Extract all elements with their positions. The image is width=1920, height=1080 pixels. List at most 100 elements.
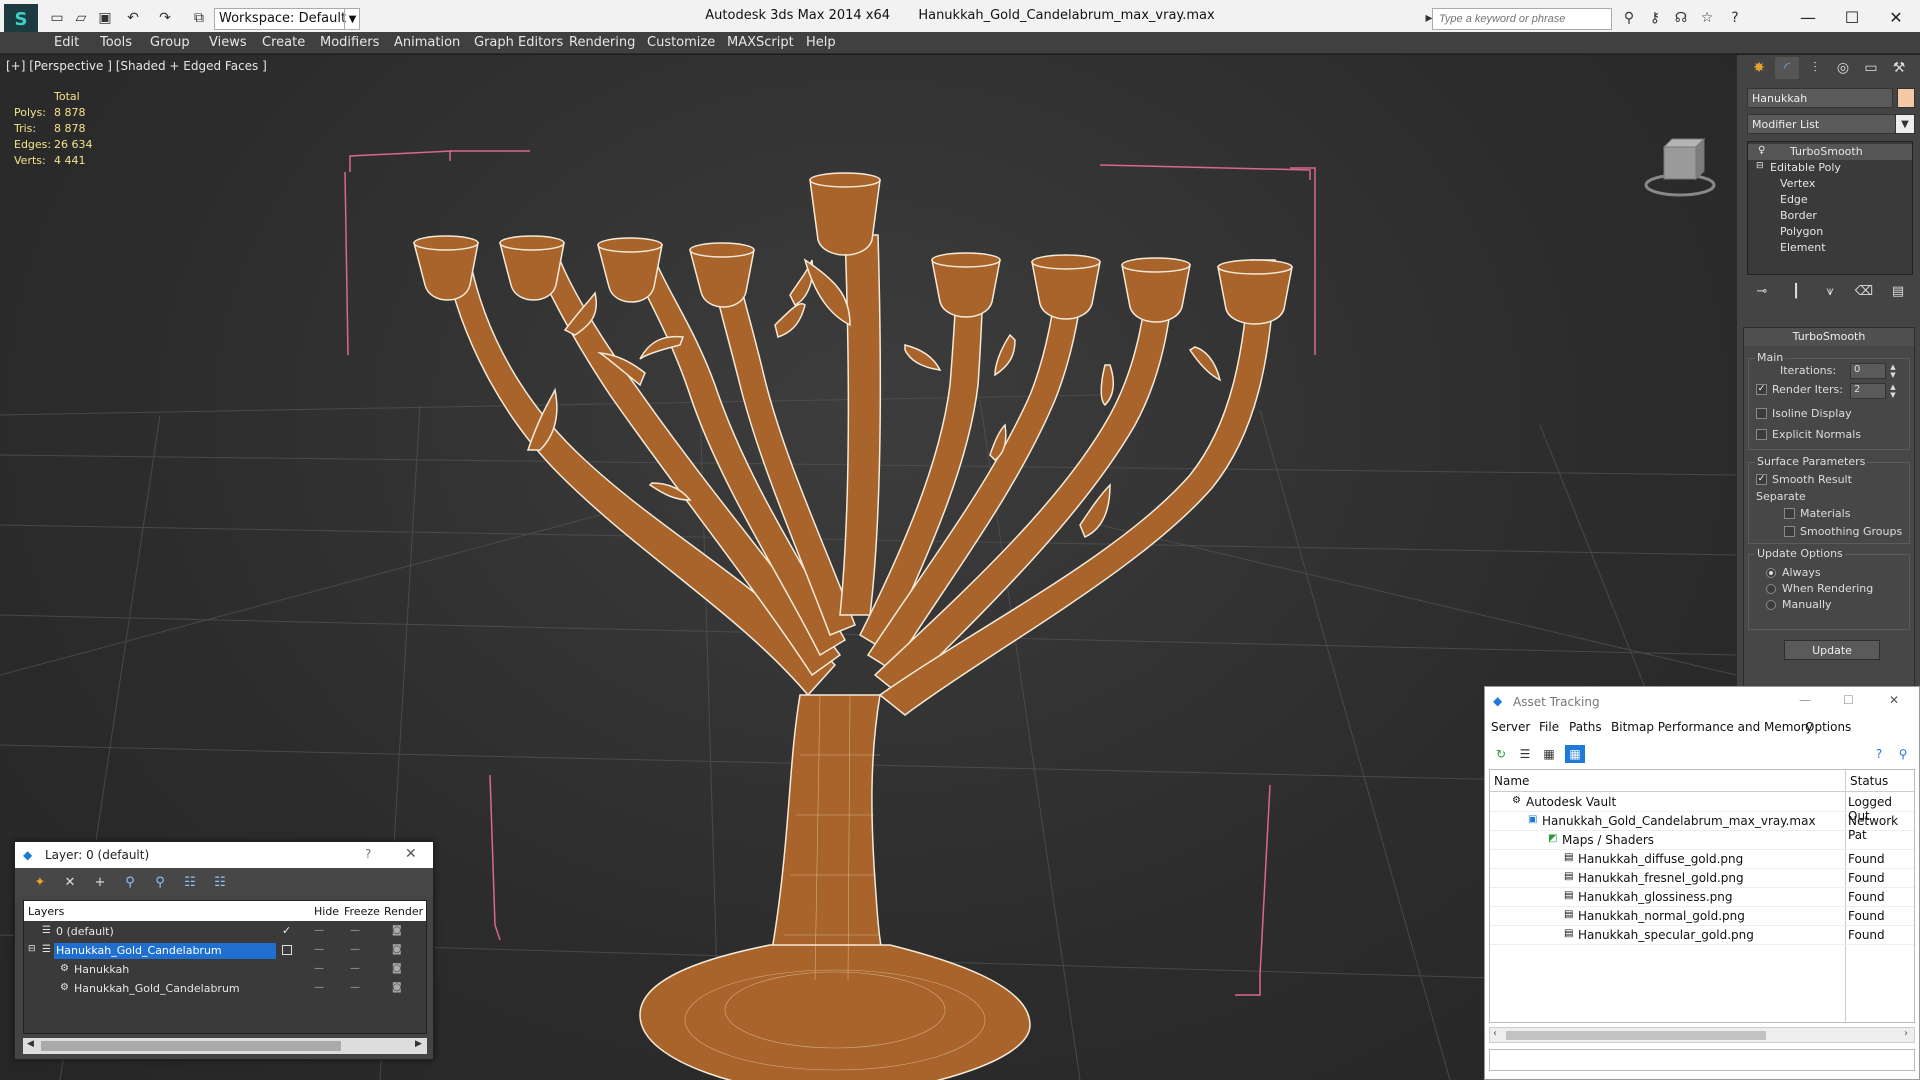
menu-tools[interactable]: Tools xyxy=(100,35,132,50)
app-logo-icon[interactable]: S xyxy=(4,4,38,34)
help-icon[interactable]: ? xyxy=(1726,10,1744,26)
column-render[interactable]: Render xyxy=(384,905,423,918)
scroll-left-icon[interactable]: ◀ xyxy=(27,1039,34,1049)
asset-dialog-titlebar[interactable]: ◆ Asset Tracking — ☐ ✕ xyxy=(1485,687,1919,717)
minimize-icon[interactable]: — xyxy=(1799,693,1811,707)
viewcube-icon[interactable] xyxy=(1644,137,1716,197)
motion-tab-icon[interactable]: ◎ xyxy=(1831,57,1855,79)
binoculars-icon[interactable]: ⚲ xyxy=(1620,10,1638,26)
render-toggle-icon[interactable]: ◙ xyxy=(392,982,402,993)
table-view-icon[interactable]: ▦ xyxy=(1539,745,1559,763)
freeze-toggle[interactable]: — xyxy=(350,944,360,955)
menu-maxscript[interactable]: MAXScript xyxy=(727,35,794,50)
search-input[interactable] xyxy=(1432,8,1612,30)
save-icon[interactable]: ▣ xyxy=(96,10,114,26)
communication-icon[interactable]: ☊ xyxy=(1672,10,1690,26)
menu-modifiers[interactable]: Modifiers xyxy=(320,35,379,50)
asset-row[interactable]: ▤ Hanukkah_specular_gold.png Found xyxy=(1490,926,1914,945)
asset-horizontal-scrollbar[interactable]: ‹ › xyxy=(1489,1027,1915,1043)
asset-menu-options[interactable]: Options xyxy=(1805,720,1851,734)
menu-views[interactable]: Views xyxy=(209,35,247,50)
stack-item-polygon[interactable]: Polygon xyxy=(1748,224,1912,240)
stack-item-edge[interactable]: Edge xyxy=(1748,192,1912,208)
isoline-display-checkbox[interactable] xyxy=(1756,408,1767,419)
spinner-arrows-icon[interactable]: ▲ ▼ xyxy=(1888,383,1898,399)
modify-tab-icon[interactable]: ◜ xyxy=(1775,57,1799,79)
materials-checkbox[interactable] xyxy=(1784,508,1795,519)
layer-row[interactable]: ⊟ ☰ Hanukkah_Gold_Candelabrum — — ◙ xyxy=(24,942,426,961)
render-iters-spinner[interactable]: 2 xyxy=(1850,383,1886,399)
modifier-list-dropdown[interactable]: Modifier List xyxy=(1747,114,1903,134)
menu-help[interactable]: Help xyxy=(806,35,836,50)
scroll-left-icon[interactable]: ‹ xyxy=(1493,1028,1497,1039)
hide-toggle[interactable]: — xyxy=(314,982,324,993)
maximize-icon[interactable]: ☐ xyxy=(1830,4,1874,30)
object-color-swatch[interactable] xyxy=(1897,88,1915,108)
smoothing-groups-checkbox[interactable] xyxy=(1784,526,1795,537)
list-view-icon[interactable]: ☰ xyxy=(1515,745,1535,763)
layer-dialog-titlebar[interactable]: ◆ Layer: 0 (default) ? ✕ xyxy=(15,842,433,868)
asset-row[interactable]: ⚙ Autodesk Vault Logged Out xyxy=(1490,793,1914,823)
pin-stack-icon[interactable]: ⊸ xyxy=(1751,281,1773,301)
asset-row[interactable]: ▤ Hanukkah_normal_gold.png Found xyxy=(1490,907,1914,926)
remove-modifier-icon[interactable]: ⌫ xyxy=(1853,281,1875,301)
add-to-layer-icon[interactable]: + xyxy=(89,873,111,891)
close-icon[interactable]: ✕ xyxy=(405,846,417,862)
hide-toggle[interactable]: — xyxy=(314,944,324,955)
minimize-icon[interactable]: — xyxy=(1786,4,1830,30)
highlight-layer-icon[interactable]: ⚲ xyxy=(149,873,171,891)
asset-menu-bitmap[interactable]: Bitmap Performance and Memory xyxy=(1611,720,1813,734)
configure-sets-icon[interactable]: ▤ xyxy=(1887,281,1909,301)
column-layers[interactable]: Layers xyxy=(28,905,64,918)
help-icon[interactable]: ? xyxy=(1869,745,1889,763)
maximize-icon[interactable]: ☐ xyxy=(1843,693,1854,707)
asset-menu-paths[interactable]: Paths xyxy=(1569,720,1602,734)
new-file-icon[interactable]: ▭ xyxy=(48,10,66,26)
stack-item-turbosmooth[interactable]: ♀ TurboSmooth xyxy=(1748,144,1912,160)
menu-customize[interactable]: Customize xyxy=(647,35,715,50)
spinner-arrows-icon[interactable]: ▲ ▼ xyxy=(1888,363,1898,379)
active-layer-check-icon[interactable]: ✓ xyxy=(282,924,291,937)
create-tab-icon[interactable]: ✸ xyxy=(1747,57,1771,79)
chevron-down-icon[interactable]: ▼ xyxy=(344,8,360,30)
hide-toggle[interactable]: — xyxy=(314,963,324,974)
stack-item-element[interactable]: Element xyxy=(1748,240,1912,256)
freeze-all-icon[interactable]: ☷ xyxy=(209,873,231,891)
render-toggle-icon[interactable]: ◙ xyxy=(392,944,402,955)
column-name[interactable]: Name xyxy=(1494,774,1529,788)
asset-menu-server[interactable]: Server xyxy=(1491,720,1530,734)
asset-row[interactable]: ▤ Hanukkah_fresnel_gold.png Found xyxy=(1490,869,1914,888)
help-search-icon[interactable]: ⚲ xyxy=(1893,745,1913,763)
object-name-field[interactable]: Hanukkah xyxy=(1747,88,1893,108)
when-rendering-radio[interactable] xyxy=(1766,584,1776,594)
grid-view-icon[interactable]: ▦ xyxy=(1565,745,1585,763)
stack-item-editable-poly[interactable]: ⊟ Editable Poly xyxy=(1748,160,1912,176)
iterations-spinner[interactable]: 0 xyxy=(1850,363,1886,379)
hierarchy-tab-icon[interactable]: ⫶ xyxy=(1803,57,1827,79)
layer-row[interactable]: ☰ 0 (default) ✓ — — ◙ xyxy=(24,923,426,942)
layer-row[interactable]: ⚙ Hanukkah — — ◙ xyxy=(24,961,426,980)
collapse-icon[interactable]: ⊟ xyxy=(1756,161,1764,171)
column-hide[interactable]: Hide xyxy=(314,905,339,918)
column-freeze[interactable]: Freeze xyxy=(344,905,380,918)
chevron-down-icon[interactable]: ▼ xyxy=(1895,114,1915,134)
render-iters-checkbox[interactable]: ✓ xyxy=(1756,384,1767,395)
lightbulb-icon[interactable]: ♀ xyxy=(1758,145,1765,156)
menu-rendering[interactable]: Rendering xyxy=(569,35,635,50)
scrollbar-thumb[interactable] xyxy=(1506,1031,1766,1040)
stack-item-border[interactable]: Border xyxy=(1748,208,1912,224)
key-icon[interactable]: ⚷ xyxy=(1646,10,1664,26)
asset-row[interactable]: ◩ Maps / Shaders xyxy=(1490,831,1914,850)
refresh-icon[interactable]: ↻ xyxy=(1491,745,1511,763)
delete-layer-icon[interactable]: ✕ xyxy=(59,873,81,891)
always-radio[interactable] xyxy=(1766,568,1776,578)
create-layer-icon[interactable]: ✦ xyxy=(29,873,51,891)
help-icon[interactable]: ? xyxy=(365,847,371,861)
render-toggle-icon[interactable]: ◙ xyxy=(392,963,402,974)
freeze-toggle[interactable]: — xyxy=(350,963,360,974)
hide-toggle[interactable]: — xyxy=(314,925,324,936)
viewport-label[interactable]: [+] [Perspective ] [Shaded + Edged Faces… xyxy=(6,59,267,73)
workspace-dropdown[interactable]: Workspace: Default xyxy=(214,8,360,30)
asset-menu-file[interactable]: File xyxy=(1539,720,1559,734)
menu-edit[interactable]: Edit xyxy=(54,35,79,50)
